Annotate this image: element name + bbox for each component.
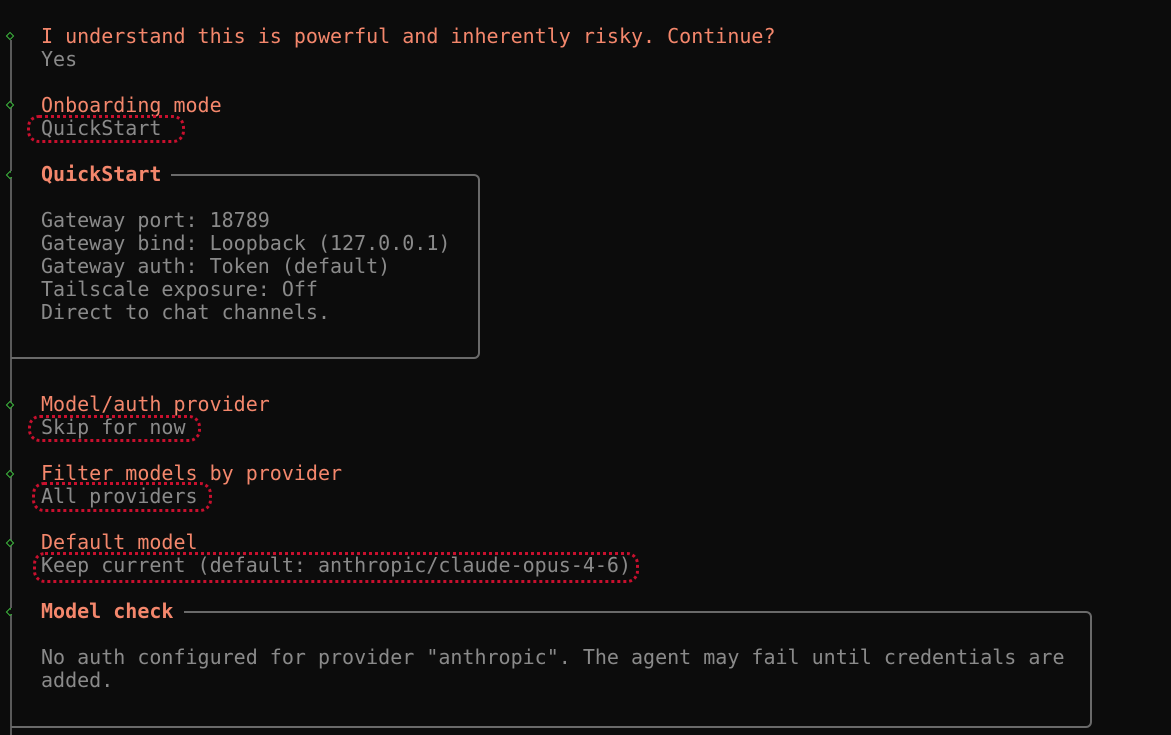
quickstart-line: Gateway bind: Loopback (127.0.0.1) [41, 231, 451, 255]
quickstart-line: Tailscale exposure: Off [41, 277, 318, 301]
filter-answer-highlight [32, 482, 212, 512]
quickstart-line: Gateway auth: Token (default) [41, 254, 391, 278]
provider-answer-highlight [28, 415, 201, 442]
provider-question: Model/auth provider [41, 392, 270, 416]
step-bullet-icon [5, 538, 15, 548]
default-model-answer-highlight [33, 552, 639, 583]
risk-question: I understand this is powerful and inhere… [41, 24, 776, 48]
default-model-question: Default model [41, 530, 198, 554]
quickstart-box-title: QuickStart [41, 162, 162, 186]
mode-answer-highlight [27, 115, 185, 143]
step-bullet-icon [5, 400, 15, 410]
step-bullet-icon [5, 100, 15, 110]
step-bullet-icon [5, 31, 15, 41]
step-bullet-icon [5, 469, 15, 479]
quickstart-line: Gateway port: 18789 [41, 208, 270, 232]
mode-question: Onboarding mode [41, 93, 222, 117]
model-check-line: added. [41, 668, 114, 692]
model-check-box [11, 611, 1092, 728]
model-check-line: No auth configured for provider "anthrop… [41, 645, 1065, 669]
model-check-box-title: Model check [41, 599, 174, 623]
quickstart-line: Direct to chat channels. [41, 300, 330, 324]
risk-answer: Yes [41, 47, 78, 71]
